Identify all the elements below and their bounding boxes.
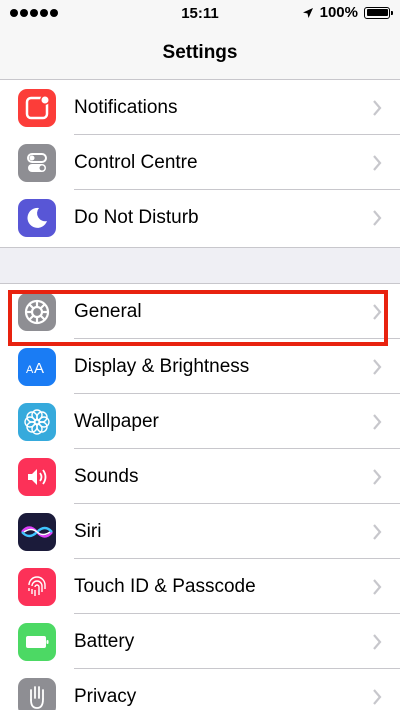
battery-green-icon (18, 622, 56, 661)
wallpaper-flower-icon (18, 402, 56, 441)
row-control-centre[interactable]: Control Centre (0, 135, 400, 190)
siri-icon (18, 512, 56, 551)
display-brightness-icon: A A (18, 347, 56, 386)
row-label: General (74, 300, 142, 322)
status-bar: 15:11 100% (0, 0, 400, 28)
nav-bar: Settings (0, 28, 400, 80)
settings-group-1: Notifications Control Centre Do Not Dist… (0, 80, 400, 248)
speaker-icon (18, 457, 56, 496)
row-battery[interactable]: Battery (0, 614, 400, 669)
chevron-right-icon (372, 209, 382, 226)
status-right: 100% (302, 4, 393, 21)
row-general[interactable]: General (0, 284, 400, 339)
row-label: Touch ID & Passcode (74, 575, 256, 597)
row-do-not-disturb[interactable]: Do Not Disturb (0, 190, 400, 245)
settings-group-2: General A A Display & Brightness Wallpap… (0, 283, 400, 710)
row-display-brightness[interactable]: A A Display & Brightness (0, 339, 400, 394)
row-privacy[interactable]: Privacy (0, 669, 400, 710)
chevron-right-icon (372, 633, 382, 650)
chevron-right-icon (372, 99, 382, 116)
row-label: Siri (74, 520, 102, 542)
row-label: Notifications (74, 96, 178, 118)
battery-icon (364, 6, 393, 19)
chevron-right-icon (372, 468, 382, 485)
gear-icon (18, 292, 56, 331)
chevron-right-icon (372, 413, 382, 430)
row-label: Privacy (74, 685, 137, 707)
row-wallpaper[interactable]: Wallpaper (0, 394, 400, 449)
row-touch-id-passcode[interactable]: Touch ID & Passcode (0, 559, 400, 614)
row-label: Sounds (74, 465, 139, 487)
fingerprint-icon (18, 567, 56, 606)
row-label: Wallpaper (74, 410, 159, 432)
battery-percent: 100% (319, 4, 358, 21)
chevron-right-icon (372, 303, 382, 320)
chevron-right-icon (372, 688, 382, 705)
row-notifications[interactable]: Notifications (0, 80, 400, 135)
chevron-right-icon (372, 523, 382, 540)
chevron-right-icon (372, 154, 382, 171)
row-sounds[interactable]: Sounds (0, 449, 400, 504)
location-arrow-icon (302, 7, 314, 19)
notifications-icon (18, 88, 56, 127)
page-title: Settings (162, 42, 238, 63)
svg-text:A: A (26, 364, 34, 376)
row-label: Do Not Disturb (74, 206, 199, 228)
chevron-right-icon (372, 578, 382, 595)
row-label: Control Centre (74, 151, 198, 173)
control-centre-icon (18, 143, 56, 182)
row-label: Display & Brightness (74, 355, 250, 377)
svg-text:A: A (34, 360, 44, 377)
chevron-right-icon (372, 358, 382, 375)
hand-icon (18, 677, 56, 710)
row-siri[interactable]: Siri (0, 504, 400, 559)
row-label: Battery (74, 630, 135, 652)
settings-screen: 15:11 100% Settings Notifications Contro… (0, 0, 400, 710)
moon-icon (18, 198, 56, 237)
